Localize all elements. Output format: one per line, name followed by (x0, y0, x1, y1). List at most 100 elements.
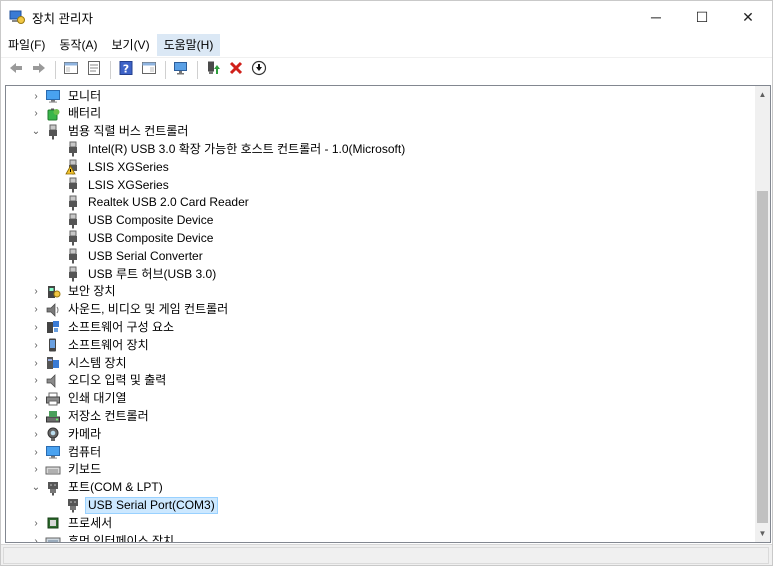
expand-chevron-icon[interactable]: › (30, 393, 42, 404)
expand-chevron-icon[interactable]: › (30, 304, 42, 315)
tree-category[interactable]: › 인쇄 대기열 (30, 390, 130, 408)
tree-item-label: USB Serial Converter (88, 248, 203, 263)
tree-device[interactable]: USB Serial Converter (62, 247, 206, 265)
battery-icon (45, 106, 61, 122)
expand-chevron-icon[interactable]: › (30, 411, 42, 422)
back-button[interactable] (5, 59, 27, 81)
tree-category[interactable]: › 보안 장치 (30, 283, 119, 301)
tree-item-label: LSIS XGSeries (88, 177, 169, 192)
tree-category[interactable]: ⌄ 범용 직렬 버스 컨트롤러 (30, 123, 191, 141)
tree-item-label: USB Composite Device (88, 230, 214, 245)
close-icon: ✕ (742, 8, 754, 25)
tree-device[interactable]: Realtek USB 2.0 Card Reader (62, 194, 252, 212)
properties-button[interactable] (83, 59, 105, 81)
tree-category[interactable]: › 소프트웨어 구성 요소 (30, 318, 177, 336)
usb-plug-icon (65, 177, 81, 193)
vertical-scrollbar[interactable]: ▲ ▼ (755, 86, 770, 542)
show-hide-tree-button[interactable] (60, 59, 82, 81)
usb-plug-icon (65, 141, 81, 157)
update-driver-button[interactable] (202, 59, 224, 81)
forward-arrow-icon (31, 60, 47, 79)
collapse-chevron-icon[interactable]: ⌄ (30, 482, 42, 493)
audio-io-icon (45, 373, 61, 389)
tree-category[interactable]: › 키보드 (30, 461, 104, 479)
expand-chevron-icon[interactable]: › (30, 91, 42, 102)
speaker-icon (45, 302, 61, 318)
usb-plug-icon (65, 195, 81, 211)
help-button[interactable]: ? (115, 59, 137, 81)
expand-chevron-icon[interactable]: › (30, 108, 42, 119)
tree-category[interactable]: › 소프트웨어 장치 (30, 336, 152, 354)
toolbar-separator (165, 60, 166, 79)
usb-plug-icon (65, 213, 81, 229)
collapse-chevron-icon[interactable]: ⌄ (30, 126, 42, 137)
tree-item-label: 소프트웨어 구성 요소 (68, 319, 175, 334)
toolbar-separator (197, 60, 198, 79)
tree-category[interactable]: › 프로세서 (30, 514, 115, 532)
usb-plug-icon (65, 248, 81, 264)
expand-chevron-icon[interactable]: › (30, 286, 42, 297)
title-bar[interactable]: 장치 관리자 ─ ☐ ✕ (1, 1, 772, 33)
menu-item-3[interactable]: 도움말(H) (156, 34, 221, 56)
scrollbar-thumb[interactable] (757, 191, 768, 523)
tree-category[interactable]: › 사운드, 비디오 및 게임 컨트롤러 (30, 301, 231, 319)
expand-chevron-icon[interactable]: › (30, 340, 42, 351)
scroll-down-icon[interactable]: ▼ (755, 525, 770, 542)
expand-chevron-icon[interactable]: › (30, 464, 42, 475)
tree-category[interactable]: › 저장소 컨트롤러 (30, 407, 152, 425)
computer-icon (45, 444, 61, 460)
console-tree-icon (63, 60, 79, 79)
status-pane (3, 547, 769, 564)
expand-chevron-icon[interactable]: › (30, 447, 42, 458)
tree-item-label: 인쇄 대기열 (68, 391, 127, 406)
expand-chevron-icon[interactable]: › (30, 518, 42, 529)
tree-item-label: USB 루트 허브(USB 3.0) (88, 266, 217, 281)
system-device-icon (45, 355, 61, 371)
security-device-icon (45, 284, 61, 300)
expand-chevron-icon[interactable]: › (30, 536, 42, 543)
usb-plug-icon (65, 266, 81, 282)
tree-item-label: 카메라 (68, 426, 102, 441)
expand-chevron-icon[interactable]: › (30, 322, 42, 333)
minimize-button[interactable]: ─ (633, 1, 679, 33)
tree-device[interactable]: LSIS XGSeries (62, 176, 172, 194)
tree-category[interactable]: › 모니터 (30, 87, 104, 105)
tree-device[interactable]: LSIS XGSeries (62, 158, 172, 176)
menu-item-2[interactable]: 보기(V) (104, 34, 156, 56)
tree-item-label: 휴먼 인터페이스 장치 (68, 533, 175, 543)
device-tree[interactable]: › 모니터 › 배터리 ⌄ 범용 직렬 버스 컨트롤러 Intel(R) USB 3.0 확… (6, 86, 754, 542)
show-action-pane-button[interactable] (138, 59, 160, 81)
properties-icon (86, 60, 102, 79)
tree-category[interactable]: › 배터리 (30, 105, 104, 123)
scroll-up-icon[interactable]: ▲ (755, 86, 770, 103)
disable-device-button[interactable] (248, 59, 270, 81)
close-button[interactable]: ✕ (725, 1, 771, 33)
monitor-icon (45, 88, 61, 104)
back-arrow-icon (8, 60, 24, 79)
menu-item-0[interactable]: 파일(F) (1, 34, 52, 56)
tree-category[interactable]: › 시스템 장치 (30, 354, 130, 372)
tree-device[interactable]: Intel(R) USB 3.0 확장 가능한 호스트 컨트롤러 - 1.0(M… (62, 140, 408, 158)
expand-chevron-icon[interactable]: › (30, 429, 42, 440)
scan-hardware-button[interactable] (170, 59, 192, 81)
tree-device[interactable]: USB Composite Device (62, 229, 216, 247)
maximize-button[interactable]: ☐ (679, 1, 725, 33)
forward-button[interactable] (28, 59, 50, 81)
tree-item-label: 포트(COM & LPT) (68, 480, 163, 495)
tree-category[interactable]: › 휴먼 인터페이스 장치 (30, 532, 177, 542)
menu-item-1[interactable]: 동작(A) (52, 34, 104, 56)
usb-plug-icon (45, 124, 61, 140)
tree-device[interactable]: USB Serial Port(COM3) (62, 496, 218, 514)
tree-device[interactable]: USB 루트 허브(USB 3.0) (62, 265, 219, 283)
tree-item-label: 오디오 입력 및 출력 (68, 373, 167, 388)
expand-chevron-icon[interactable]: › (30, 375, 42, 386)
tree-category[interactable]: › 카메라 (30, 425, 104, 443)
expand-chevron-icon[interactable]: › (30, 358, 42, 369)
uninstall-device-button[interactable] (225, 59, 247, 81)
tree-category[interactable]: › 컴퓨터 (30, 443, 104, 461)
tree-category[interactable]: ⌄ 포트(COM & LPT) (30, 479, 166, 497)
tree-item-label: 소프트웨어 장치 (68, 337, 149, 352)
tree-category[interactable]: › 오디오 입력 및 출력 (30, 372, 169, 390)
tree-device[interactable]: USB Composite Device (62, 212, 216, 230)
software-component-icon (45, 319, 61, 335)
